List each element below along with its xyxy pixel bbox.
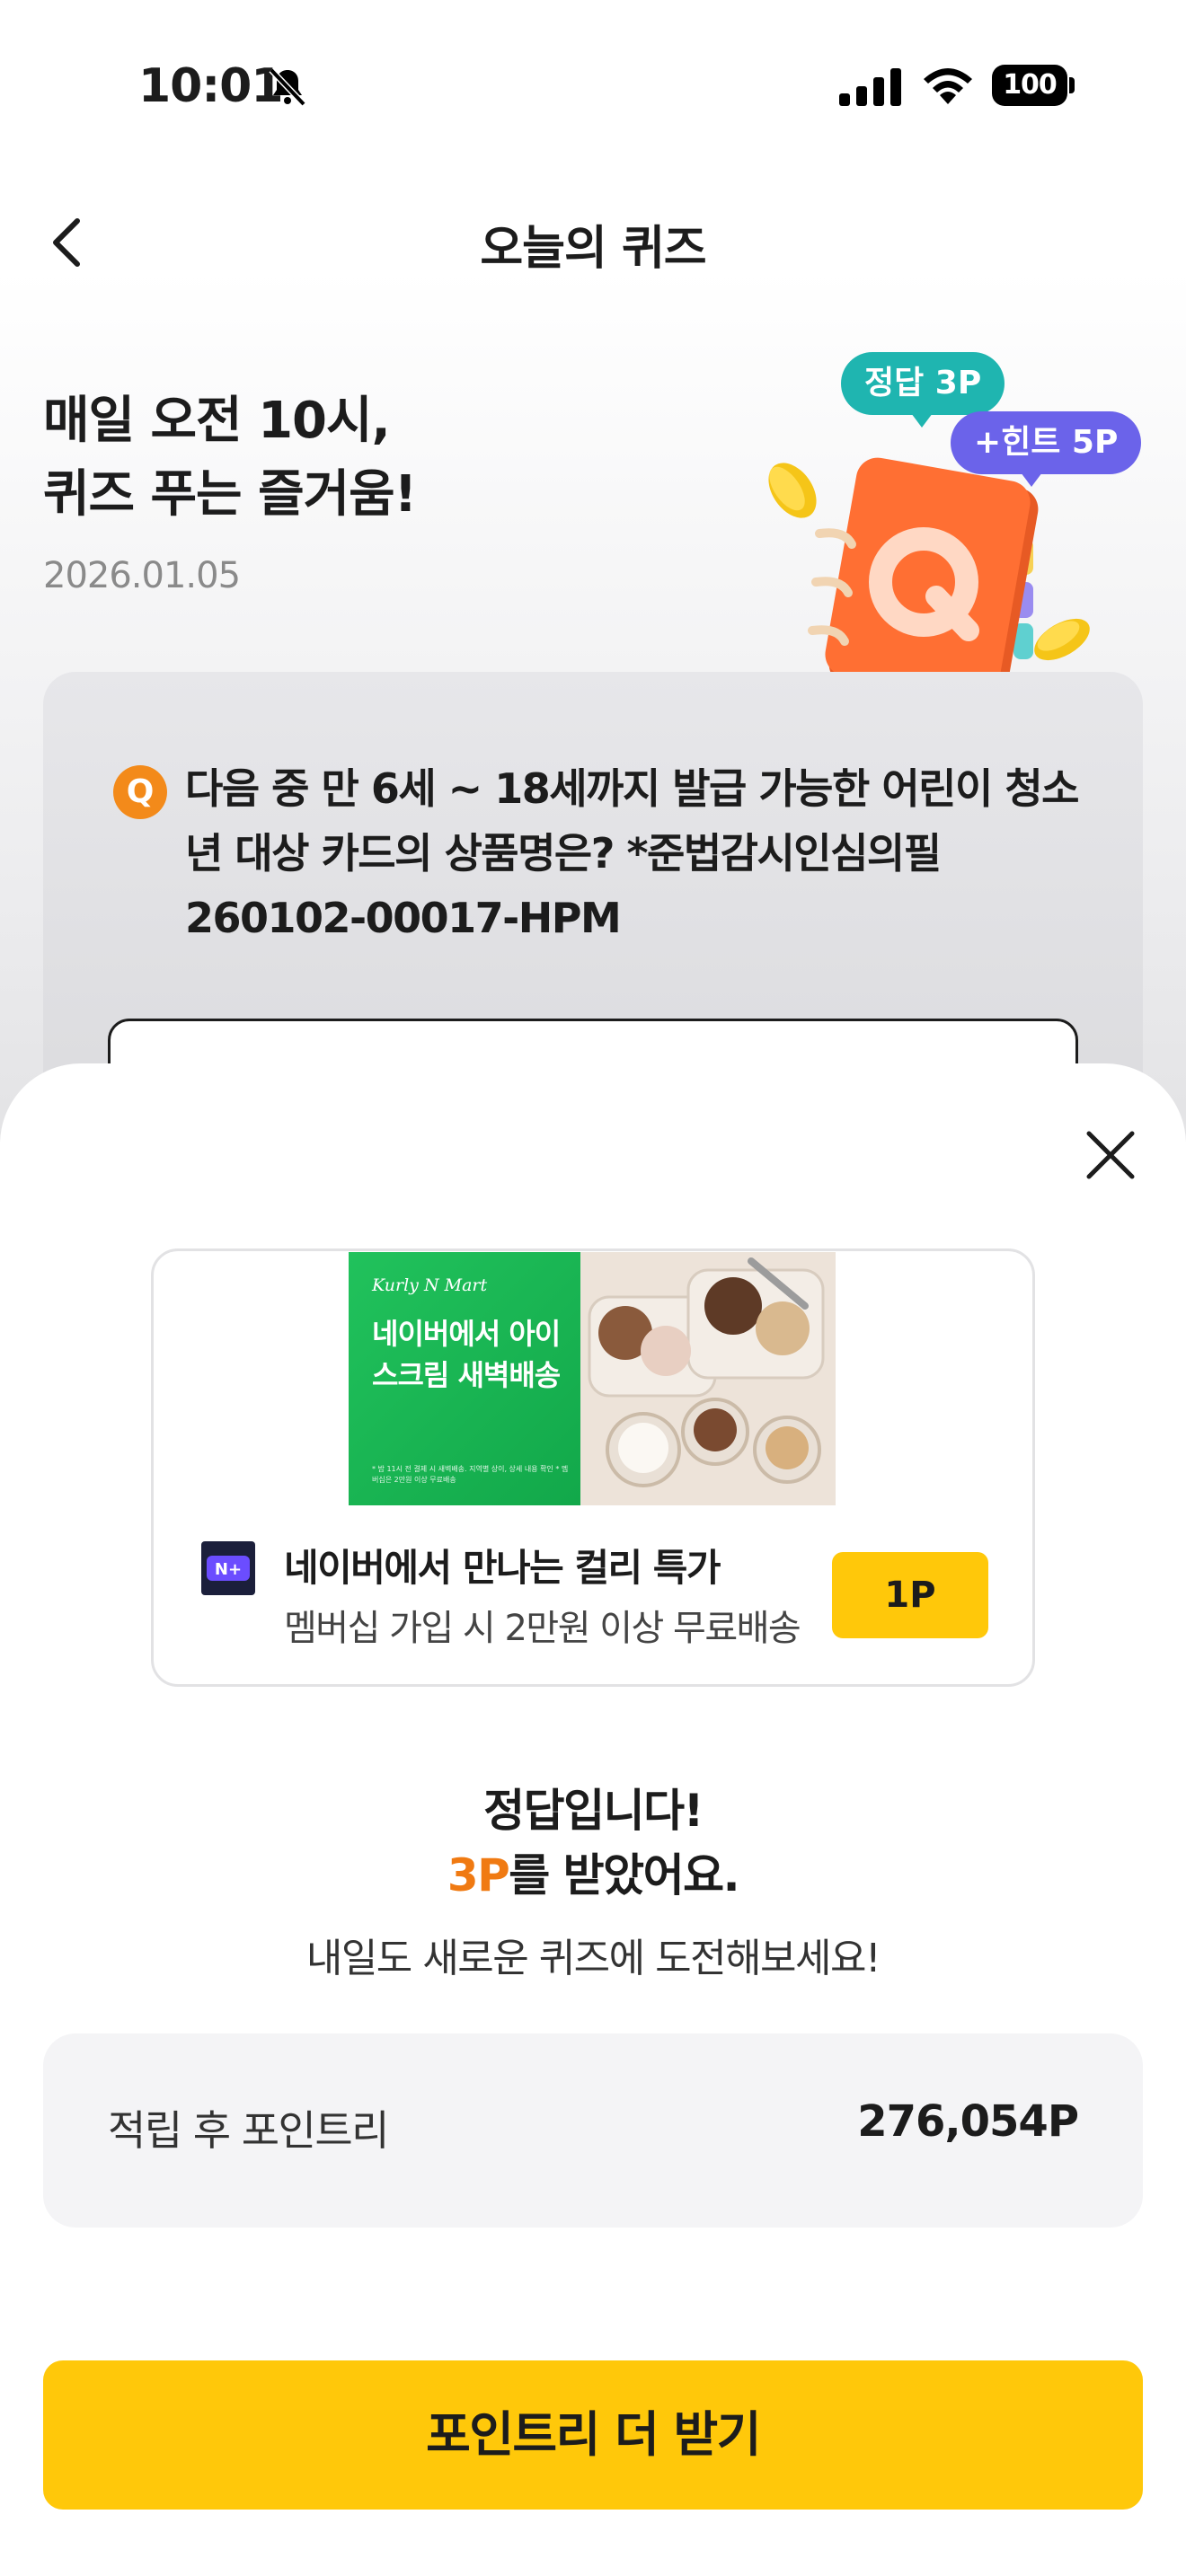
page-title: 오늘의 퀴즈 — [480, 222, 706, 276]
signal-icon — [839, 68, 901, 106]
result-title: 정답입니다! — [483, 1785, 704, 1837]
ad-title: 네이버에서 만나는 컬리 특가 — [284, 1546, 721, 1590]
ad-description: 멤버십 가입 시 2만원 이상 무료배송 — [284, 1608, 801, 1649]
question-badge: Q — [113, 765, 167, 819]
balance-value: 276,054P — [857, 2096, 1079, 2147]
hero-title-line2: 퀴즈 푸는 즐거움! — [43, 465, 417, 524]
battery-indicator: 100 — [992, 65, 1075, 106]
ad-banner-text-panel: Kurly N Mart 네이버에서 아이스크림 새벽배송 * 밤 11시 전 … — [349, 1252, 580, 1505]
earned-points-suffix: 를 받았어요. — [509, 1849, 739, 1901]
hero-title: 매일 오전 10시, 퀴즈 푸는 즐거움! — [43, 384, 417, 532]
earned-points: 3P — [447, 1849, 510, 1901]
quiz-date: 2026.01.05 — [43, 555, 241, 596]
wifi-icon — [924, 68, 972, 104]
battery-cap — [1069, 77, 1075, 93]
quiz-question: 다음 중 만 6세 ~ 18세까지 발급 가능한 어린이 청소년 대상 카드의 … — [185, 764, 1079, 942]
battery-level: 100 — [992, 65, 1067, 106]
ice-cream-photo — [580, 1252, 836, 1505]
ad-banner-headline: 네이버에서 아이스크림 새벽배송 — [372, 1317, 561, 1392]
answer-points-badge: 정답 3P — [841, 352, 1005, 428]
bell-slash-icon — [269, 67, 306, 107]
naver-plus-logo-text: N+ — [215, 1560, 242, 1579]
result-points-message: 3P를 받았어요. — [0, 1839, 1186, 1904]
ad-banner-fineprint: * 밤 11시 전 결제 시 새벽배송. 지역별 상이, 상세 내용 확인 * … — [372, 1465, 569, 1484]
get-more-points-button[interactable]: 포인트리 더 받기 — [43, 2360, 1143, 2510]
hint-points-badge: +힌트 5P — [951, 411, 1142, 487]
balance-label: 적립 후 포인트리 — [108, 2106, 389, 2155]
close-icon[interactable] — [1082, 1126, 1139, 1184]
hero-title-line1: 매일 오전 10시, — [43, 392, 391, 450]
ad-brand-logo: Kurly N Mart — [372, 1275, 488, 1295]
result-subtitle: 내일도 새로운 퀴즈에 도전해보세요! — [305, 1936, 881, 1981]
naver-plus-logo-icon: N+ — [201, 1541, 255, 1595]
ad-point-button[interactable]: 1P — [832, 1552, 988, 1638]
ad-banner[interactable]: Kurly N Mart 네이버에서 아이스크림 새벽배송 * 밤 11시 전 … — [349, 1252, 836, 1505]
status-time: 10:01 — [138, 59, 284, 113]
